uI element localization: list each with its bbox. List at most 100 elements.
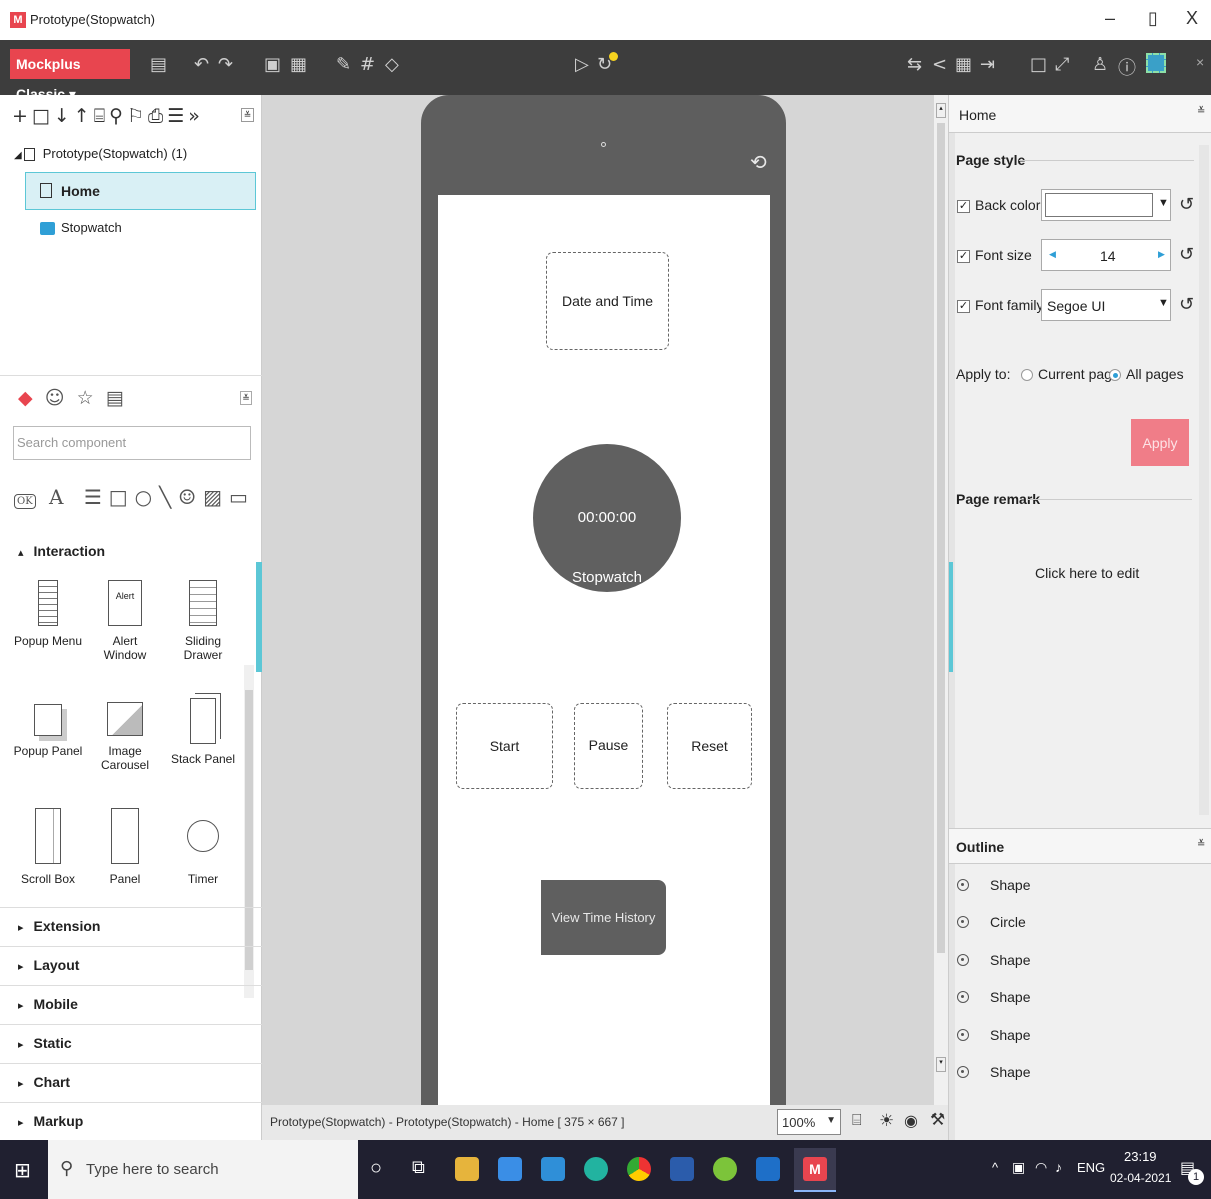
- component-search-input[interactable]: Search component: [13, 426, 251, 460]
- close-panel-button[interactable]: ×: [1196, 54, 1204, 70]
- task-view-icon[interactable]: ⧉: [412, 1157, 425, 1178]
- component-popup-menu[interactable]: Popup Menu: [13, 580, 83, 648]
- visibility-icon[interactable]: [957, 954, 969, 966]
- reset-font-family-icon[interactable]: ↺: [1179, 294, 1194, 315]
- outline-item[interactable]: Shape: [957, 981, 1207, 1018]
- component-panel[interactable]: Panel: [90, 808, 160, 886]
- reset-font-size-icon[interactable]: ↺: [1179, 244, 1194, 265]
- font-size-checkbox[interactable]: ✓: [957, 249, 970, 263]
- visibility-icon[interactable]: [957, 879, 969, 891]
- view-icon[interactable]: ◉: [904, 1111, 918, 1131]
- font-family-label[interactable]: ✓ Font family: [957, 297, 1043, 313]
- volume-icon[interactable]: ♪: [1055, 1159, 1062, 1175]
- swap-icon[interactable]: ⇆: [907, 54, 922, 75]
- apply-button[interactable]: Apply: [1131, 419, 1189, 466]
- format-painter-icon[interactable]: ✎: [336, 54, 351, 75]
- back-color-label[interactable]: ✓ Back color: [957, 197, 1040, 213]
- back-color-picker[interactable]: ▼: [1041, 189, 1171, 221]
- expand-icon[interactable]: ≚: [240, 391, 252, 405]
- section-extension[interactable]: Extension: [18, 918, 101, 934]
- font-size-stepper[interactable]: ◀ 14 ▶: [1041, 239, 1171, 271]
- file-explorer-icon[interactable]: [455, 1157, 479, 1181]
- scrollbar-thumb[interactable]: [937, 123, 945, 953]
- rotate-device-icon[interactable]: ⟲: [750, 150, 767, 174]
- export-icon[interactable]: ⇥: [980, 54, 995, 75]
- component-scroll-box[interactable]: Scroll Box: [13, 808, 83, 886]
- close-button[interactable]: X: [1186, 8, 1198, 29]
- section-layout[interactable]: Layout: [18, 957, 80, 973]
- app-grid-icon[interactable]: [1146, 53, 1166, 73]
- user-icon[interactable]: ♙: [1092, 54, 1108, 75]
- chrome-icon[interactable]: [627, 1157, 651, 1181]
- minimize-button[interactable]: –: [1105, 8, 1115, 29]
- component-stack-panel[interactable]: Stack Panel: [168, 698, 238, 766]
- grid-icon[interactable]: #: [360, 54, 375, 75]
- share-icon[interactable]: <: [932, 54, 947, 75]
- fullscreen-icon[interactable]: ⤢: [1055, 54, 1069, 75]
- taskbar-search-box[interactable]: ⚲ Type here to search: [48, 1140, 358, 1199]
- section-interaction[interactable]: Interaction: [18, 543, 106, 559]
- increment-icon[interactable]: ▶: [1158, 249, 1165, 260]
- brightness-icon[interactable]: ☀: [879, 1111, 894, 1131]
- basic-shapes-row[interactable]: OK A ☰□○╲☺▨▭: [14, 485, 255, 509]
- visibility-icon[interactable]: [957, 1029, 969, 1041]
- font-family-checkbox[interactable]: ✓: [957, 299, 970, 313]
- emoji-tab-icon[interactable]: ☺: [45, 387, 65, 409]
- help-icon[interactable]: ⓘ: [1118, 54, 1136, 80]
- section-mobile[interactable]: Mobile: [18, 996, 78, 1012]
- section-chart[interactable]: Chart: [18, 1074, 71, 1090]
- redo-icon[interactable]: ↷: [218, 54, 233, 75]
- remark-editor[interactable]: Click here to edit: [1035, 565, 1139, 581]
- mockplus-taskbar-item[interactable]: M: [794, 1148, 836, 1192]
- tree-item-home[interactable]: Home: [25, 172, 256, 210]
- favorites-tab-icon[interactable]: ☆: [77, 387, 94, 409]
- start-button[interactable]: Start: [456, 703, 553, 789]
- current-page-radio[interactable]: Current page: [1021, 366, 1120, 382]
- visibility-icon[interactable]: [957, 991, 969, 1003]
- insert-master-icon[interactable]: ▦: [290, 54, 307, 75]
- word-icon[interactable]: [670, 1157, 694, 1181]
- fill-icon[interactable]: ◇: [385, 54, 399, 75]
- app-icon-green[interactable]: [713, 1157, 737, 1181]
- insert-page-icon[interactable]: ▣: [264, 54, 281, 75]
- components-tab-icon[interactable]: ◆: [18, 387, 33, 409]
- clock-time[interactable]: 23:19: [1124, 1149, 1157, 1164]
- network-status-icon[interactable]: ▣: [1012, 1159, 1025, 1176]
- visibility-icon[interactable]: [957, 916, 969, 928]
- stopwatch-circle[interactable]: 00:00:00 Stopwatch: [533, 444, 681, 592]
- undo-icon[interactable]: ↶: [194, 54, 209, 75]
- components-scrollbar-thumb[interactable]: [245, 690, 253, 970]
- pause-button[interactable]: Pause: [574, 703, 643, 789]
- page-tools-icons[interactable]: +□↓↑⌸⚲⚐⎙☰»: [12, 105, 204, 127]
- view-history-button[interactable]: View Time History: [541, 880, 666, 955]
- cortana-icon[interactable]: ○: [370, 1157, 382, 1180]
- clock-date[interactable]: 02-04-2021: [1110, 1171, 1171, 1185]
- restore-button[interactable]: ▯: [1148, 8, 1158, 29]
- design-canvas[interactable]: ⟲ Date and Time 00:00:00 Stopwatch Start…: [262, 95, 934, 1105]
- tray-overflow-icon[interactable]: ^: [992, 1160, 998, 1175]
- date-time-box[interactable]: Date and Time: [546, 252, 669, 350]
- scroll-up-icon[interactable]: ▴: [936, 103, 946, 118]
- collapse-icon[interactable]: ≚: [241, 108, 254, 122]
- windows-start-icon[interactable]: ⊞: [14, 1158, 31, 1182]
- qr-code-icon[interactable]: ▦: [955, 54, 972, 75]
- store-icon[interactable]: [498, 1157, 522, 1181]
- wifi-icon[interactable]: ◠: [1035, 1159, 1047, 1176]
- outline-item[interactable]: Shape: [957, 1056, 1207, 1093]
- component-popup-panel[interactable]: Popup Panel: [13, 698, 83, 758]
- visibility-icon[interactable]: [957, 1066, 969, 1078]
- properties-scrollbar[interactable]: [1199, 145, 1209, 815]
- language-indicator[interactable]: ENG: [1077, 1160, 1105, 1175]
- outline-item[interactable]: Circle: [957, 906, 1207, 943]
- preview-icon[interactable]: ▷: [575, 54, 589, 75]
- scroll-down-icon[interactable]: ▾: [936, 1057, 946, 1072]
- canvas-vertical-scrollbar[interactable]: ▴ ▾: [934, 95, 948, 1140]
- tree-item-stopwatch[interactable]: Stopwatch: [40, 220, 122, 236]
- tree-root[interactable]: ◢ Prototype(Stopwatch) (1): [14, 146, 187, 162]
- section-static[interactable]: Static: [18, 1035, 72, 1051]
- expand-icon[interactable]: ≚: [1197, 839, 1205, 850]
- section-markup[interactable]: Markup: [18, 1113, 84, 1129]
- component-timer[interactable]: Timer: [168, 808, 238, 886]
- window-mode-icon[interactable]: □: [1030, 54, 1047, 75]
- back-color-checkbox[interactable]: ✓: [957, 199, 970, 213]
